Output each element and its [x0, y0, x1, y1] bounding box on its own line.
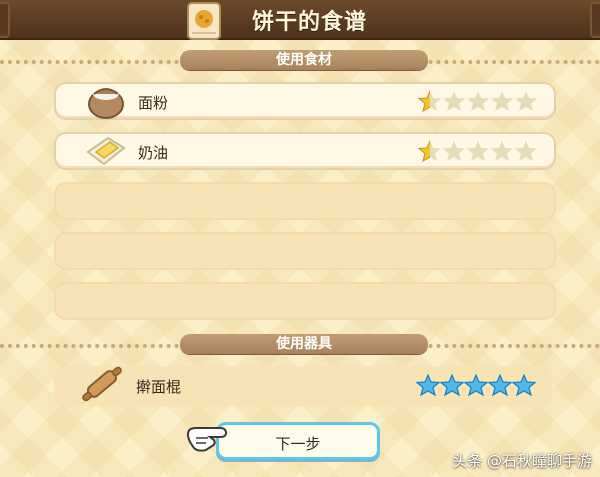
tool-row-rolling-pin: 擀面棍	[54, 366, 552, 406]
rolling-pin-icon	[82, 366, 122, 402]
page-title: 饼干的食谱	[252, 10, 368, 35]
empty-ingredient-slot	[54, 282, 556, 320]
title-bar: 饼干的食谱	[0, 0, 600, 40]
rating-stars	[418, 140, 538, 162]
star-half-icon	[418, 90, 441, 112]
ingredient-row-butter: 奶油	[54, 132, 556, 170]
flour-sack-icon	[88, 88, 124, 119]
ingredient-row-flour: 面粉	[54, 82, 556, 120]
recipe-card-icon	[187, 2, 221, 40]
star-blue-icon	[415, 373, 441, 397]
left-ornament	[0, 2, 10, 38]
star-blue-icon	[439, 373, 465, 397]
star-empty-icon	[515, 141, 537, 161]
star-empty-icon	[467, 91, 489, 111]
ingredients-section-header: 使用食材	[180, 50, 428, 70]
star-blue-icon	[463, 373, 489, 397]
empty-ingredient-slot	[54, 182, 556, 220]
butter-icon	[86, 136, 126, 166]
star-empty-icon	[491, 141, 513, 161]
ingredient-label: 面粉	[138, 94, 169, 112]
right-ornament	[590, 2, 600, 38]
star-half-icon	[418, 140, 441, 162]
next-step-button[interactable]: 下一步	[216, 422, 380, 460]
ingredient-label: 奶油	[138, 144, 169, 162]
star-empty-icon	[467, 141, 489, 161]
rating-stars	[415, 373, 537, 397]
tool-label: 擀面棍	[136, 378, 182, 396]
watermark: 头条 @石秋瞳聊手游	[452, 452, 592, 470]
star-empty-icon	[443, 141, 465, 161]
star-empty-icon	[515, 91, 537, 111]
empty-ingredient-slot	[54, 232, 556, 270]
tools-section-header: 使用器具	[180, 334, 428, 354]
star-blue-icon	[511, 373, 537, 397]
star-empty-icon	[491, 91, 513, 111]
pointing-hand-icon	[186, 427, 228, 452]
star-empty-icon	[443, 91, 465, 111]
star-blue-icon	[487, 373, 513, 397]
rating-stars	[418, 90, 538, 112]
